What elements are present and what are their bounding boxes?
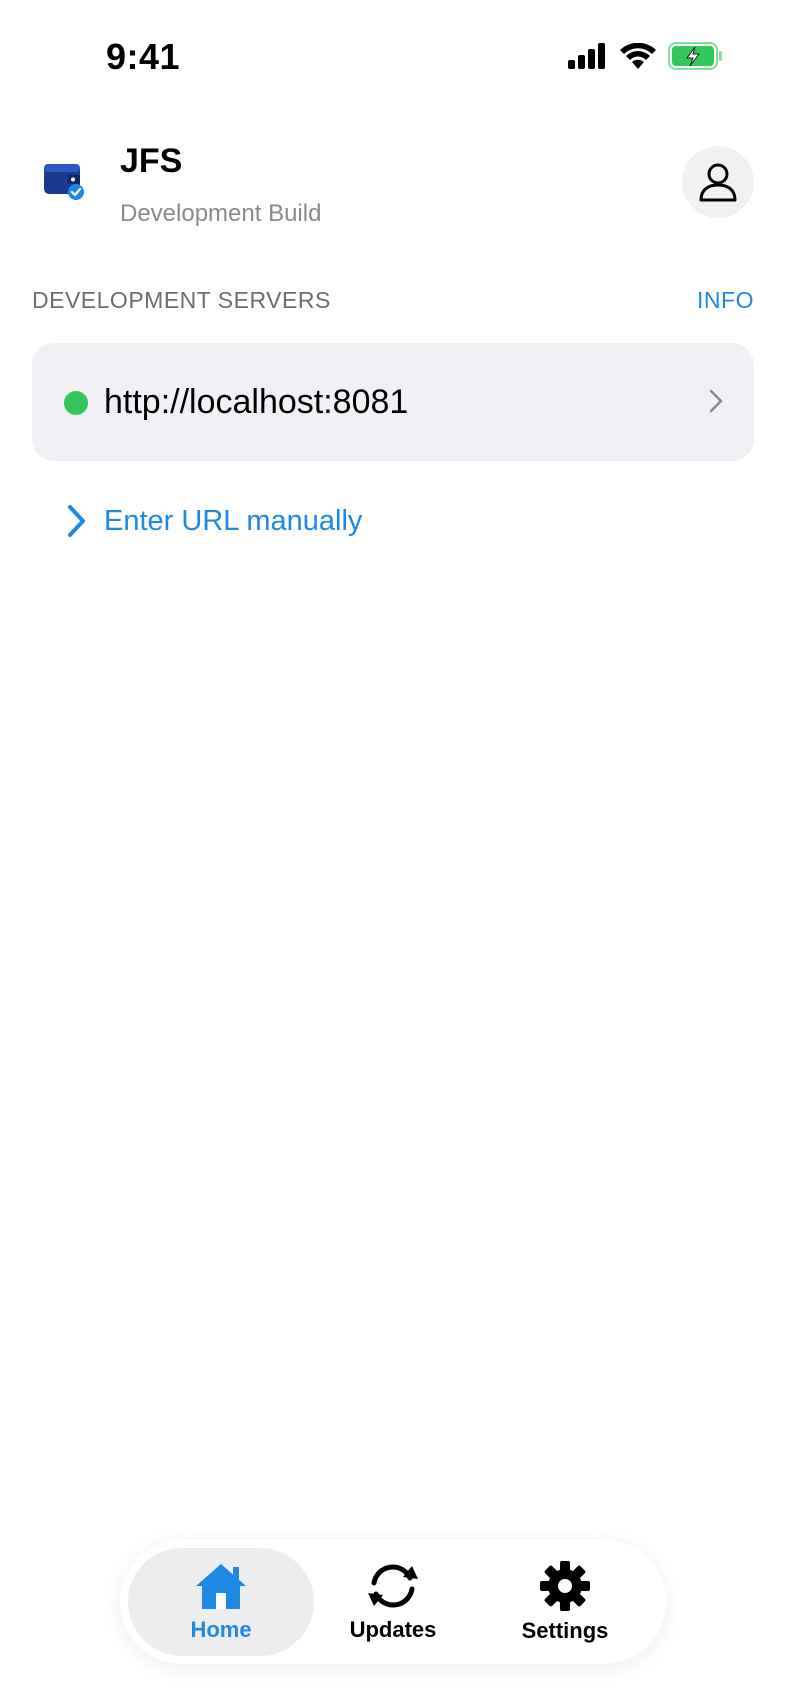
gear-icon [540, 1561, 590, 1611]
wallet-app-icon [44, 164, 84, 200]
server-row[interactable]: http://localhost:8081 [32, 343, 754, 461]
server-status-dot [64, 391, 88, 415]
status-time: 9:41 [106, 36, 181, 77]
battery-charging-icon [668, 42, 722, 70]
tab-bar: Home Updates Settings [120, 1540, 666, 1664]
app-title: JFS [120, 142, 183, 180]
chevron-right-icon [709, 389, 723, 413]
enter-url-manually-label: Enter URL manually [104, 504, 363, 537]
server-url: http://localhost:8081 [104, 383, 409, 421]
user-icon [699, 163, 737, 202]
tab-settings[interactable]: Settings [472, 1548, 658, 1656]
cellular-signal-icon [568, 43, 605, 69]
refresh-icon [368, 1564, 418, 1608]
chevron-right-icon [68, 505, 85, 537]
screen: 9:41 JFS Development Build DEVELOPMENT S… [0, 0, 786, 1706]
home-icon [196, 1564, 246, 1609]
tab-label: Home [190, 1617, 252, 1642]
enter-url-manually-button[interactable]: Enter URL manually [66, 503, 362, 539]
tab-updates[interactable]: Updates [300, 1548, 486, 1656]
app-subtitle: Development Build [120, 200, 322, 227]
tab-home[interactable]: Home [128, 1548, 314, 1656]
tab-label: Updates [349, 1617, 437, 1642]
status-icons [568, 42, 724, 70]
section-title: DEVELOPMENT SERVERS [32, 287, 331, 313]
info-link[interactable]: INFO [697, 287, 754, 314]
tab-label: Settings [521, 1618, 609, 1643]
wifi-icon [620, 43, 656, 69]
profile-button[interactable] [682, 146, 754, 218]
